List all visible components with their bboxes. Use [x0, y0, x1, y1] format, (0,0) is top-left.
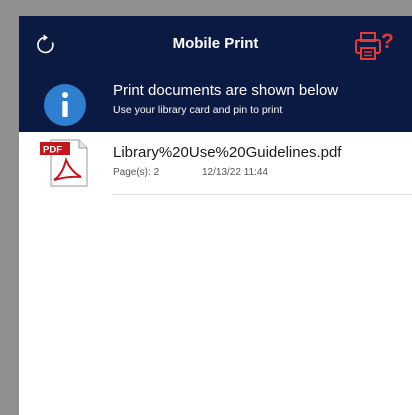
- document-date: 12/13/22 11:44: [202, 167, 268, 178]
- info-banner: Print documents are shown below Use your…: [19, 75, 412, 132]
- info-title: Print documents are shown below: [113, 82, 339, 99]
- page-title: Mobile Print: [172, 35, 259, 52]
- info-subtitle: Use your library card and pin to print: [113, 104, 283, 116]
- svg-text:PDF: PDF: [43, 145, 62, 156]
- document-row[interactable]: PDF Library%20Use%20Guidelines.pdf Page(…: [19, 132, 412, 195]
- document-pages: Page(s): 2: [113, 167, 160, 178]
- info-icon: [43, 83, 87, 127]
- app-window: Mobile Print ? Print documents are shown…: [19, 16, 412, 415]
- svg-text:?: ?: [381, 30, 394, 53]
- document-name: Library%20Use%20Guidelines.pdf: [113, 144, 342, 161]
- pdf-file-icon: PDF: [39, 138, 91, 188]
- top-bar: Mobile Print ?: [19, 16, 412, 75]
- row-divider: [113, 194, 412, 195]
- printer-help-icon[interactable]: ?: [355, 28, 395, 64]
